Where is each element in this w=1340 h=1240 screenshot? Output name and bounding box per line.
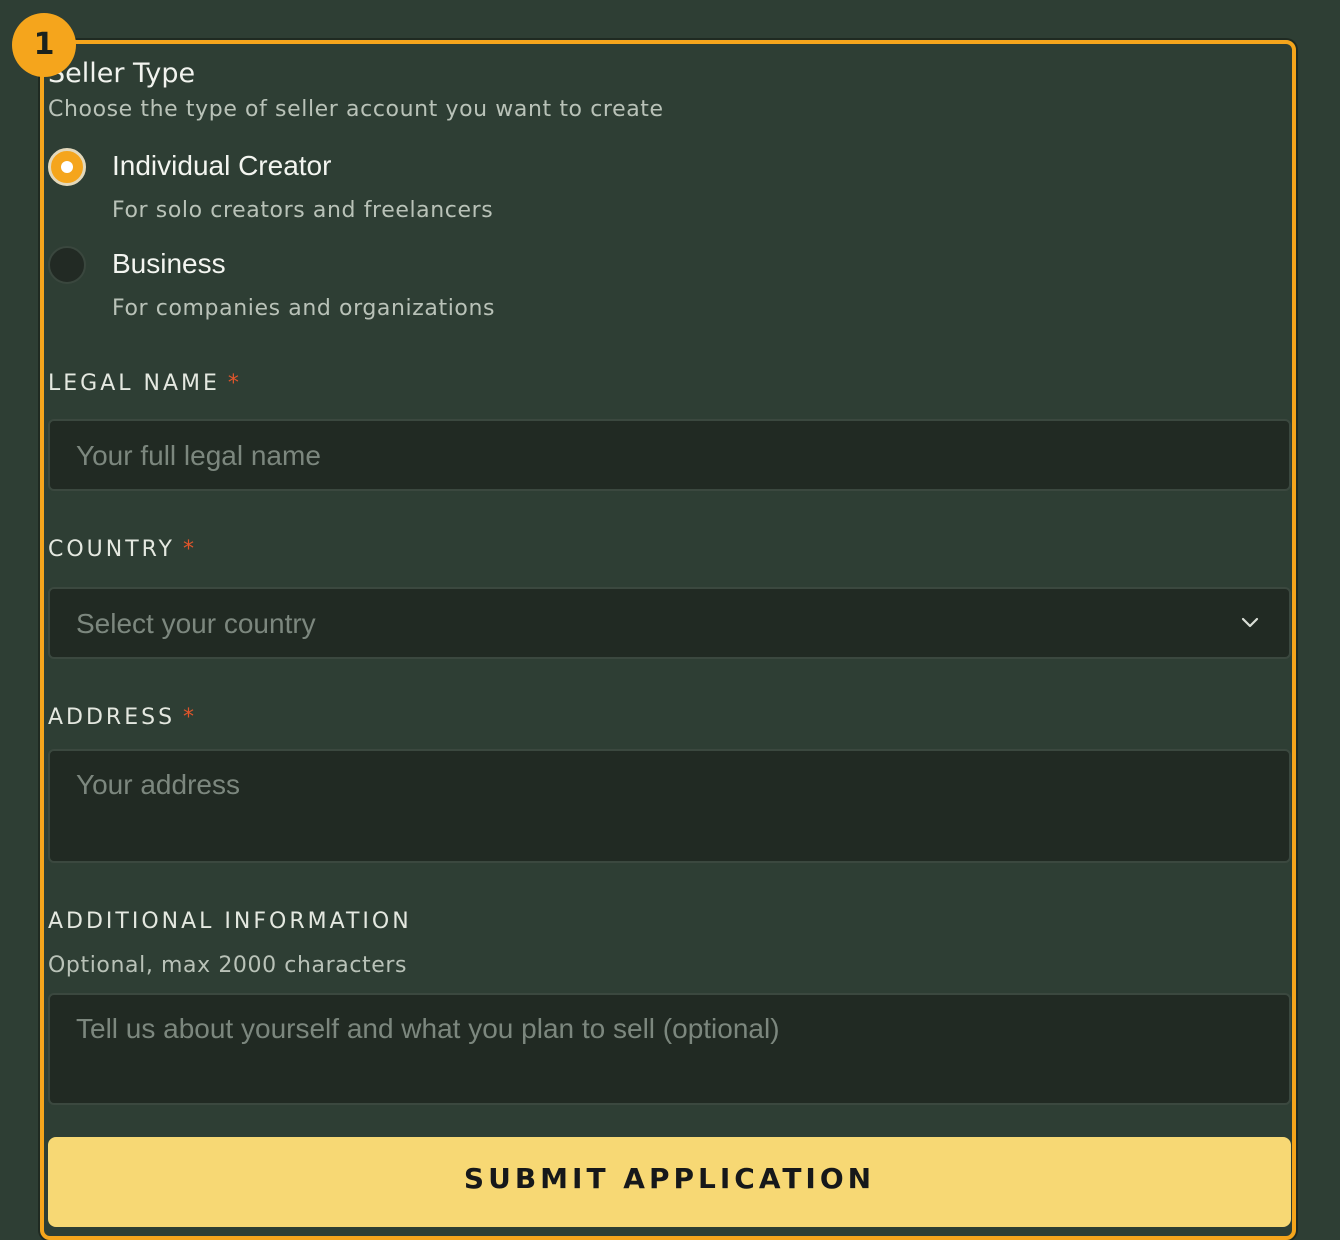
country-select[interactable]: Select your country	[48, 587, 1291, 659]
required-marker: *	[227, 371, 242, 396]
country-select-value: Select your country	[76, 608, 316, 639]
address-textarea[interactable]: Your address	[48, 749, 1291, 863]
country-label: COUNTRY *	[48, 537, 197, 562]
additional-info-placeholder: Tell us about yourself and what you plan…	[76, 1013, 780, 1044]
address-label: ADDRESS *	[48, 705, 197, 730]
legal-name-placeholder: Your full legal name	[76, 440, 321, 471]
address-placeholder: Your address	[76, 769, 240, 800]
option-label: Individual Creator	[112, 150, 332, 181]
required-marker: *	[183, 705, 198, 730]
option-label: Business	[112, 248, 226, 279]
additional-info-label: ADDITIONAL INFORMATION	[48, 909, 412, 934]
seller-type-subtitle: Choose the type of seller account you wa…	[48, 97, 664, 122]
legal-name-input[interactable]: Your full legal name	[48, 419, 1291, 491]
radio-selected-icon[interactable]	[48, 148, 86, 186]
option-description: For companies and organizations	[112, 296, 496, 321]
step-number-badge: 1	[12, 13, 76, 77]
additional-info-help: Optional, max 2000 characters	[48, 953, 408, 978]
address-label-text: ADDRESS	[48, 705, 176, 730]
country-label-text: COUNTRY	[48, 537, 175, 562]
option-description: For solo creators and freelancers	[112, 198, 494, 223]
seller-type-option-individual[interactable]: Individual Creator For solo creators and…	[48, 146, 748, 236]
chevron-down-icon	[1241, 617, 1259, 628]
submit-application-button[interactable]: SUBMIT APPLICATION	[48, 1137, 1291, 1227]
legal-name-label: LEGAL NAME *	[48, 371, 242, 396]
required-marker: *	[183, 537, 197, 562]
additional-info-textarea[interactable]: Tell us about yourself and what you plan…	[48, 993, 1291, 1105]
radio-unselected-icon[interactable]	[48, 246, 86, 284]
legal-name-label-text: LEGAL NAME	[48, 371, 220, 396]
seller-type-option-business[interactable]: Business For companies and organizations	[48, 244, 748, 334]
